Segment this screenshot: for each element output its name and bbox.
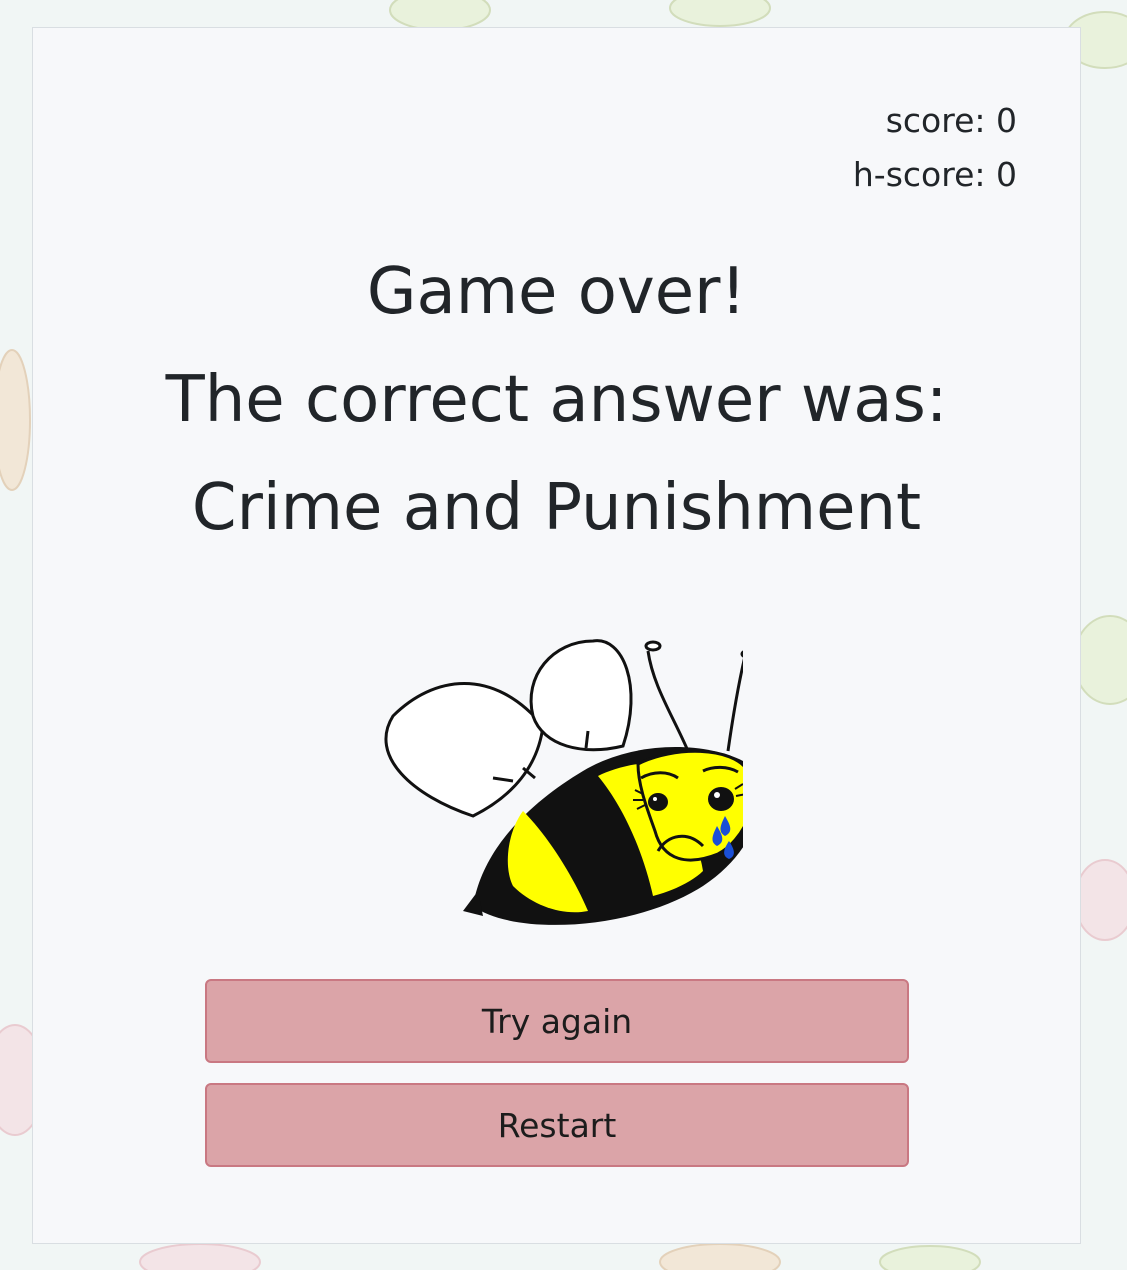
result-message: Game over! The correct answer was: Crime… <box>33 238 1080 562</box>
game-over-card: score: 0 h-score: 0 Game over! The corre… <box>32 27 1081 1244</box>
crying-bee-icon <box>384 639 762 925</box>
score-display: score: 0 <box>885 101 1017 140</box>
restart-button[interactable]: Restart <box>205 1083 909 1167</box>
scoreboard: score: 0 h-score: 0 <box>853 94 1017 202</box>
try-again-button[interactable]: Try again <box>205 979 909 1063</box>
high-score-display: h-score: 0 <box>852 155 1017 194</box>
crying-bee-illustration <box>373 606 762 926</box>
game-over-heading: Game over! <box>366 255 747 329</box>
correct-answer-label: The correct answer was: <box>165 363 948 437</box>
correct-answer-text: Crime and Punishment <box>191 471 922 545</box>
